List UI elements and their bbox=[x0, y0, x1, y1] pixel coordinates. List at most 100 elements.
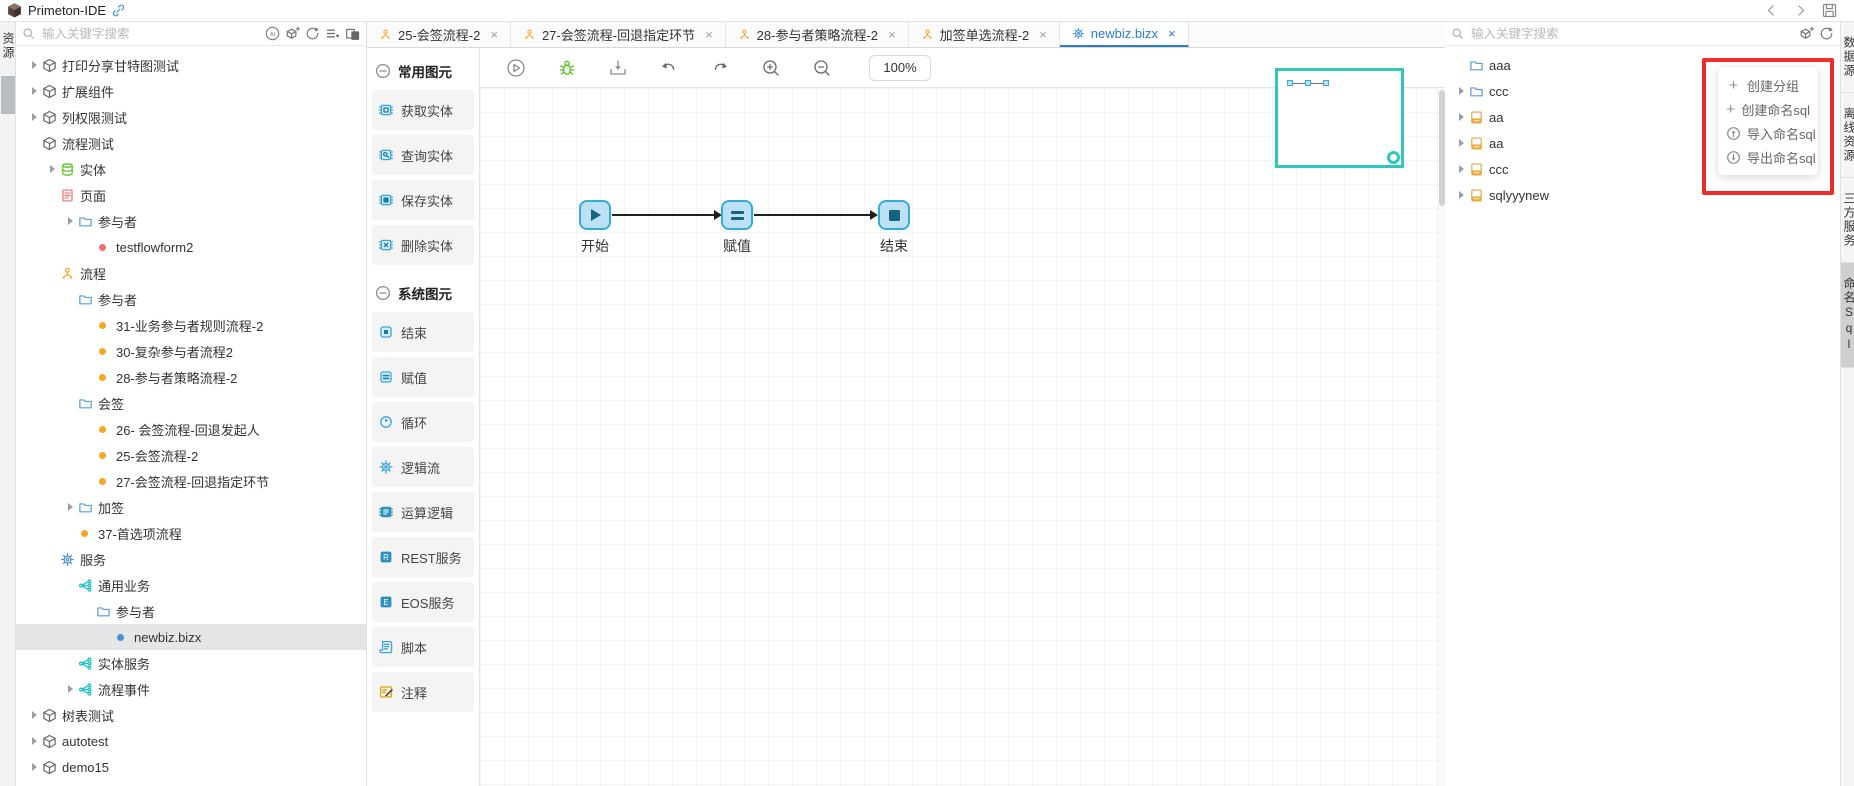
left-search-input[interactable] bbox=[40, 26, 261, 42]
rail-tab-数据源[interactable]: 数据源 bbox=[1841, 22, 1854, 93]
minus-circle-icon[interactable] bbox=[375, 63, 391, 79]
ai-icon[interactable]: AI bbox=[265, 26, 280, 41]
palette-section-header[interactable]: 系统图元 bbox=[367, 270, 479, 312]
palette-item[interactable]: EEOS服务 bbox=[372, 582, 474, 622]
expand-arrow-icon[interactable] bbox=[26, 87, 42, 95]
tree-item[interactable]: 实体 bbox=[16, 156, 366, 182]
zoom-out-icon[interactable] bbox=[812, 58, 832, 78]
panel-toggle-icon[interactable] bbox=[345, 26, 360, 41]
minimap-resize-handle[interactable] bbox=[1387, 151, 1400, 164]
refresh-icon[interactable] bbox=[305, 26, 320, 41]
rail-tab-三方服务[interactable]: 三方服务 bbox=[1841, 178, 1854, 263]
tree-item[interactable]: 参与者 bbox=[16, 208, 366, 234]
context-menu-item[interactable]: +创建分组 bbox=[1718, 73, 1818, 97]
flow-node-assign[interactable] bbox=[721, 200, 753, 230]
deploy-icon[interactable] bbox=[608, 58, 628, 78]
debug-icon[interactable] bbox=[557, 58, 577, 78]
palette-item[interactable]: 获取实体 bbox=[372, 90, 474, 130]
close-icon[interactable]: × bbox=[705, 27, 713, 42]
tree-item[interactable]: 扩展组件 bbox=[16, 78, 366, 104]
tree-item[interactable]: 31-业务参与者规则流程-2 bbox=[16, 312, 366, 338]
flow-canvas[interactable]: 开始 赋值 结束 bbox=[480, 88, 1445, 786]
minimap[interactable] bbox=[1275, 68, 1404, 168]
palette-item[interactable]: RREST服务 bbox=[372, 537, 474, 577]
tree-item[interactable]: 通用业务 bbox=[16, 572, 366, 598]
nav-back-icon[interactable] bbox=[1763, 2, 1780, 19]
tree-item[interactable]: 会签 bbox=[16, 390, 366, 416]
palette-section-header[interactable]: 常用图元 bbox=[367, 48, 479, 90]
refresh-icon[interactable] bbox=[1819, 26, 1834, 41]
tree-item[interactable]: newbiz.bizx bbox=[16, 624, 366, 650]
expand-arrow-icon[interactable] bbox=[26, 113, 42, 121]
editor-tab[interactable]: 27-会签流程-回退指定环节× bbox=[511, 22, 726, 47]
canvas-scrollbar[interactable] bbox=[1437, 88, 1445, 786]
expand-arrow-icon[interactable] bbox=[44, 165, 60, 173]
tree-item[interactable]: 26- 会签流程-回退发起人 bbox=[16, 416, 366, 442]
expand-arrow-icon[interactable] bbox=[62, 685, 78, 693]
tree-item[interactable]: 列权限测试 bbox=[16, 104, 366, 130]
nav-forward-icon[interactable] bbox=[1792, 2, 1809, 19]
palette-item[interactable]: 逻辑流 bbox=[372, 447, 474, 487]
close-icon[interactable]: × bbox=[1039, 27, 1047, 42]
expand-arrow-icon[interactable] bbox=[26, 61, 42, 69]
zoom-level-button[interactable]: 100% bbox=[869, 55, 931, 81]
editor-tab[interactable]: 25-会签流程-2× bbox=[367, 22, 511, 47]
context-menu-item[interactable]: +创建命名sql bbox=[1718, 97, 1818, 121]
expand-arrow-icon[interactable] bbox=[62, 217, 78, 225]
editor-tab[interactable]: 28-参与者策略流程-2× bbox=[726, 22, 909, 47]
cube-add-icon[interactable] bbox=[1799, 26, 1814, 41]
tree-item[interactable]: 实体服务 bbox=[16, 650, 366, 676]
tree-item[interactable]: 流程测试 bbox=[16, 130, 366, 156]
zoom-in-icon[interactable] bbox=[761, 58, 781, 78]
tree-item[interactable]: sqlyyynew bbox=[1445, 182, 1840, 208]
minus-circle-icon[interactable] bbox=[375, 285, 391, 301]
tree-item[interactable]: demo15 bbox=[16, 754, 366, 780]
rail-tab-resources[interactable]: 资源 bbox=[0, 22, 15, 70]
flow-node-start[interactable] bbox=[579, 200, 611, 230]
expand-arrow-icon[interactable] bbox=[1453, 139, 1469, 147]
tree-item[interactable]: 37-首选项流程 bbox=[16, 520, 366, 546]
tree-item[interactable]: 打印分享甘特图测试 bbox=[16, 52, 366, 78]
run-icon[interactable] bbox=[506, 58, 526, 78]
expand-arrow-icon[interactable] bbox=[26, 763, 42, 771]
rail-tab-命名Sql[interactable]: 命名Sql bbox=[1841, 263, 1854, 368]
palette-item[interactable]: 删除实体 bbox=[372, 225, 474, 265]
expand-arrow-icon[interactable] bbox=[1453, 113, 1469, 121]
tree-item[interactable]: 加签 bbox=[16, 494, 366, 520]
cube-add-icon[interactable] bbox=[285, 26, 300, 41]
expand-arrow-icon[interactable] bbox=[26, 737, 42, 745]
tree-item[interactable]: 30-复杂参与者流程2 bbox=[16, 338, 366, 364]
expand-arrow-icon[interactable] bbox=[1453, 87, 1469, 95]
palette-item[interactable]: 注释 bbox=[372, 672, 474, 712]
tree-item[interactable]: 页面 bbox=[16, 182, 366, 208]
close-icon[interactable]: × bbox=[1168, 26, 1176, 41]
tree-item[interactable]: 服务 bbox=[16, 546, 366, 572]
palette-item[interactable]: 结束 bbox=[372, 312, 474, 352]
tree-item[interactable]: autotest bbox=[16, 728, 366, 754]
expand-arrow-icon[interactable] bbox=[62, 503, 78, 511]
tree-item[interactable]: 流程事件 bbox=[16, 676, 366, 702]
sort-list-icon[interactable] bbox=[325, 26, 340, 41]
tree-item[interactable]: 25-会签流程-2 bbox=[16, 442, 366, 468]
expand-arrow-icon[interactable] bbox=[1453, 191, 1469, 199]
tree-item[interactable]: 参与者 bbox=[16, 286, 366, 312]
tree-item[interactable]: 流程 bbox=[16, 260, 366, 286]
rail-tab-离线资源[interactable]: 离线资源 bbox=[1841, 93, 1854, 178]
palette-item[interactable]: 查询实体 bbox=[372, 135, 474, 175]
tree-item[interactable]: testflowform2 bbox=[16, 234, 366, 260]
palette-item[interactable]: 脚本 bbox=[372, 627, 474, 667]
close-icon[interactable]: × bbox=[888, 27, 896, 42]
editor-tab[interactable]: newbiz.bizx× bbox=[1060, 22, 1189, 47]
expand-arrow-icon[interactable] bbox=[26, 711, 42, 719]
palette-item[interactable]: 运算逻辑 bbox=[372, 492, 474, 532]
palette-item[interactable]: 保存实体 bbox=[372, 180, 474, 220]
tree-item[interactable]: 28-参与者策略流程-2 bbox=[16, 364, 366, 390]
context-menu-item[interactable]: 导入命名sql bbox=[1718, 121, 1818, 145]
context-menu-item[interactable]: 导出命名sql bbox=[1718, 145, 1818, 169]
tree-item[interactable]: 27-会签流程-回退指定环节 bbox=[16, 468, 366, 494]
redo-icon[interactable] bbox=[710, 58, 730, 78]
palette-item[interactable]: 循环 bbox=[372, 402, 474, 442]
tree-item[interactable]: 参与者 bbox=[16, 598, 366, 624]
expand-arrow-icon[interactable] bbox=[1453, 165, 1469, 173]
undo-icon[interactable] bbox=[659, 58, 679, 78]
